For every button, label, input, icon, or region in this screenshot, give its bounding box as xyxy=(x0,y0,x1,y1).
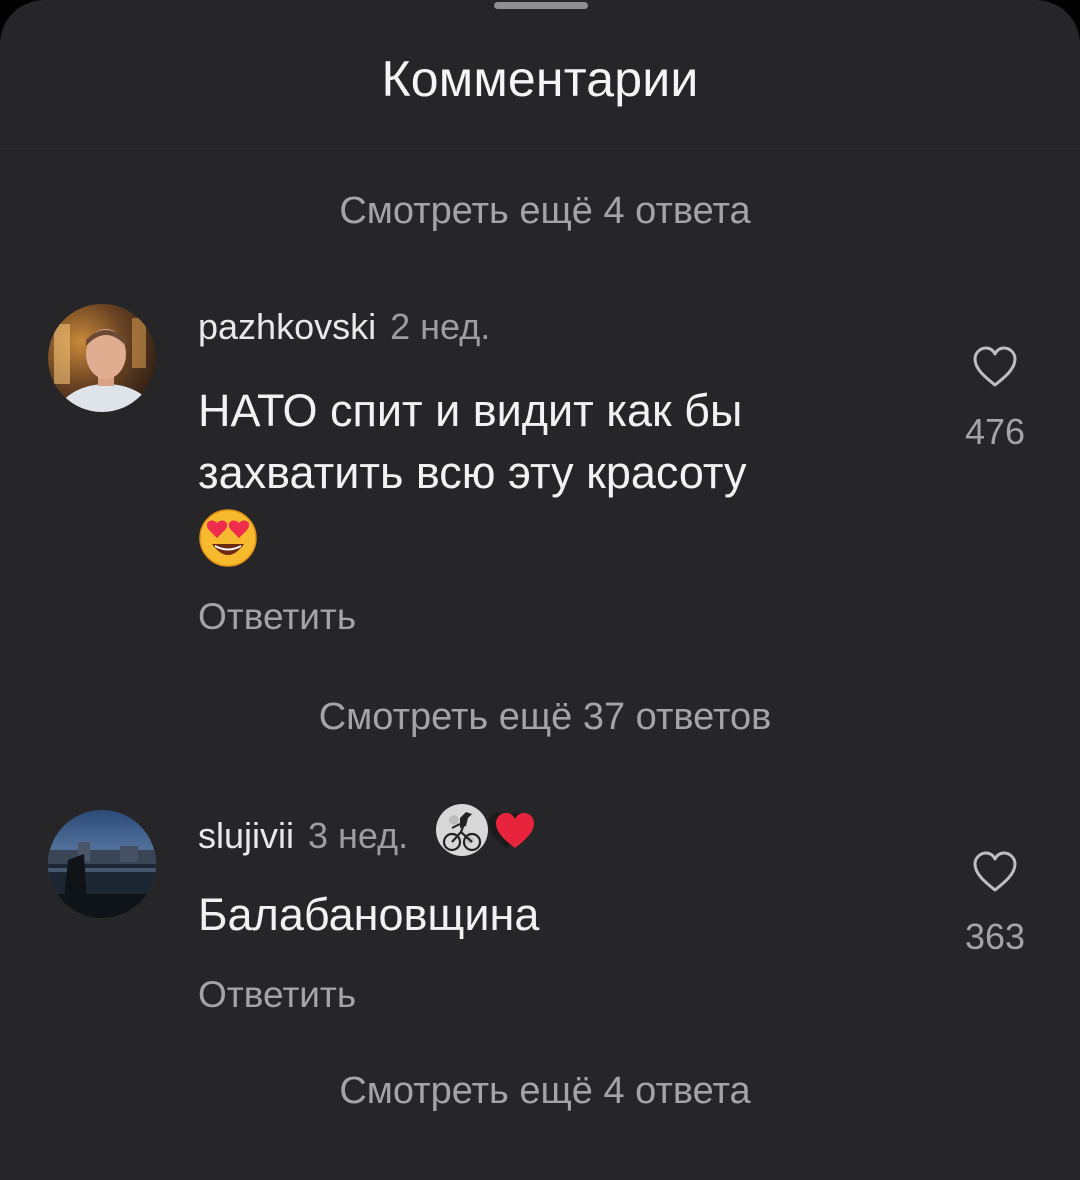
comment-text-line: захватить всю эту красоту xyxy=(198,447,747,498)
moon-dinosaur-bike-icon xyxy=(434,802,490,867)
avatar[interactable] xyxy=(48,304,156,412)
drag-handle[interactable] xyxy=(494,2,588,9)
like-button[interactable]: 476 xyxy=(940,345,1050,453)
heart-outline-icon xyxy=(940,850,1050,894)
reply-button[interactable]: Ответить xyxy=(198,596,356,638)
view-more-replies-button[interactable]: Смотреть ещё 37 ответов xyxy=(0,696,1080,739)
sheet-title: Комментарии xyxy=(381,51,699,107)
like-count: 363 xyxy=(964,916,1026,957)
timestamp: 2 нед. xyxy=(390,306,491,347)
heart-eyes-emoji xyxy=(198,504,258,584)
avatar[interactable] xyxy=(48,810,156,918)
comment-text-line: НАТО спит и видит как бы xyxy=(198,385,743,436)
divider xyxy=(0,148,1080,149)
timestamp: 3 нед. xyxy=(308,815,409,857)
comments-sheet: Комментарии Смотреть ещё 4 ответа pazhko… xyxy=(0,0,1080,1180)
heart-icon xyxy=(486,808,536,861)
comment-meta: pazhkovski 2 нед. xyxy=(198,306,490,348)
username[interactable]: slujivii xyxy=(198,815,294,856)
comment-meta: slujivii 3 нед. xyxy=(198,804,536,871)
comment-text: Балабановщина xyxy=(198,889,540,940)
view-more-replies-button[interactable]: Смотреть ещё 4 ответа xyxy=(0,1070,1080,1113)
heart-outline-icon xyxy=(940,345,1050,389)
like-count: 476 xyxy=(964,411,1026,452)
view-more-replies-button[interactable]: Смотреть ещё 4 ответа xyxy=(0,190,1080,233)
username[interactable]: pazhkovski xyxy=(198,306,376,347)
like-button[interactable]: 363 xyxy=(940,850,1050,958)
comment-text: НАТО спит и видит как бы захватить всю э… xyxy=(198,380,918,570)
reply-button[interactable]: Ответить xyxy=(198,974,356,1016)
